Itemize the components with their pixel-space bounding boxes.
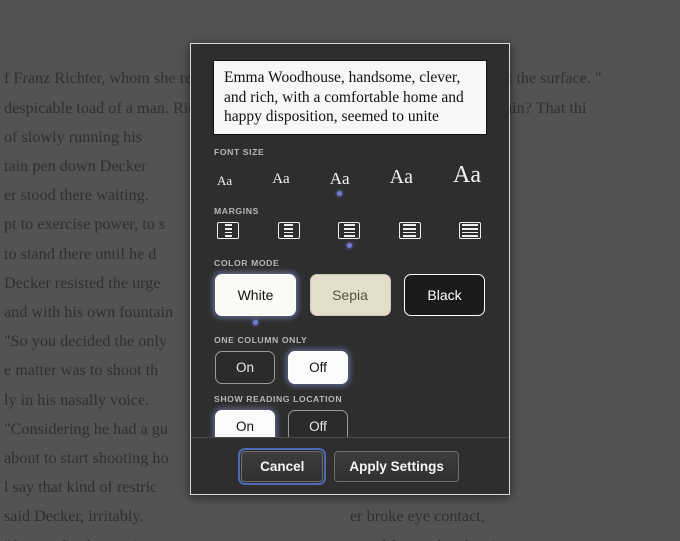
color-mode-black-label: Black [404,274,485,316]
one-column-only-on[interactable]: On [215,351,275,384]
font-size-option-5[interactable]: Aa [453,163,481,196]
text-lines-icon [338,222,360,239]
margins-section: MARGINS [213,206,487,248]
font-size-glyph-5: Aa [453,162,481,188]
margin-option-5[interactable] [459,222,481,248]
text-lines-icon [217,222,239,239]
margin-option-4[interactable] [398,222,421,248]
cancel-button[interactable]: Cancel [238,447,327,485]
color-mode-white-label: White [215,274,296,316]
one-column-only-options: On Off [213,351,487,384]
text-lines-icon [459,222,481,239]
selection-dot [346,243,352,248]
font-size-option-4[interactable]: Aa [390,167,413,196]
selection-dot [253,320,258,325]
dialog-footer: Cancel Apply Settings [191,437,509,494]
color-mode-section: COLOR MODE White Sepia Black [213,258,487,325]
color-mode-option-black[interactable]: Black [404,274,485,325]
color-mode-label: COLOR MODE [214,258,280,268]
one-column-only-label: ONE COLUMN ONLY [214,335,308,345]
show-reading-location-on[interactable]: On [215,410,275,437]
font-size-glyph-4: Aa [389,166,413,188]
color-mode-option-sepia[interactable]: Sepia [309,274,391,325]
font-size-glyph-2: Aa [272,171,290,187]
font-size-glyph-1: Aa [217,173,233,188]
settings-dialog-body: Emma Woodhouse, handsome, clever, and ri… [191,44,509,437]
color-mode-sepia-label: Sepia [309,274,391,316]
font-size-options: Aa Aa Aa Aa Aa [213,163,487,196]
font-size-option-3[interactable]: Aa [330,170,350,196]
apply-settings-button[interactable]: Apply Settings [334,450,459,482]
show-reading-location-on-label: On [215,410,275,437]
margins-label: MARGINS [214,206,259,216]
font-size-section: FONT SIZE Aa Aa Aa Aa Aa [213,147,487,196]
font-size-option-1[interactable]: Aa [217,174,232,196]
font-size-glyph-3: Aa [329,169,350,188]
one-column-only-off-label: Off [288,351,348,384]
color-mode-options: White Sepia Black [213,274,487,325]
margin-option-3[interactable] [338,222,360,248]
margins-options [213,222,487,248]
color-mode-option-white[interactable]: White [215,274,296,325]
show-reading-location-off-label: Off [288,410,348,437]
one-column-only-section: ONE COLUMN ONLY On Off [213,335,487,384]
font-size-label: FONT SIZE [214,147,265,157]
show-reading-location-off[interactable]: Off [288,410,348,437]
margin-option-1[interactable] [217,222,239,248]
show-reading-location-label: SHOW READING LOCATION [214,394,343,404]
font-preview-text: Emma Woodhouse, handsome, clever, and ri… [224,69,464,125]
selection-dot [337,191,343,196]
font-preview-box: Emma Woodhouse, handsome, clever, and ri… [213,60,487,135]
text-lines-icon [398,222,421,239]
reader-settings-dialog: Emma Woodhouse, handsome, clever, and ri… [190,43,510,495]
one-column-only-on-label: On [215,351,275,384]
one-column-only-off[interactable]: Off [288,351,348,384]
font-size-option-2[interactable]: Aa [272,172,290,196]
show-reading-location-options: On Off [213,410,487,437]
show-reading-location-section: SHOW READING LOCATION On Off [213,394,487,437]
text-lines-icon [277,222,300,239]
margin-option-2[interactable] [277,222,300,248]
